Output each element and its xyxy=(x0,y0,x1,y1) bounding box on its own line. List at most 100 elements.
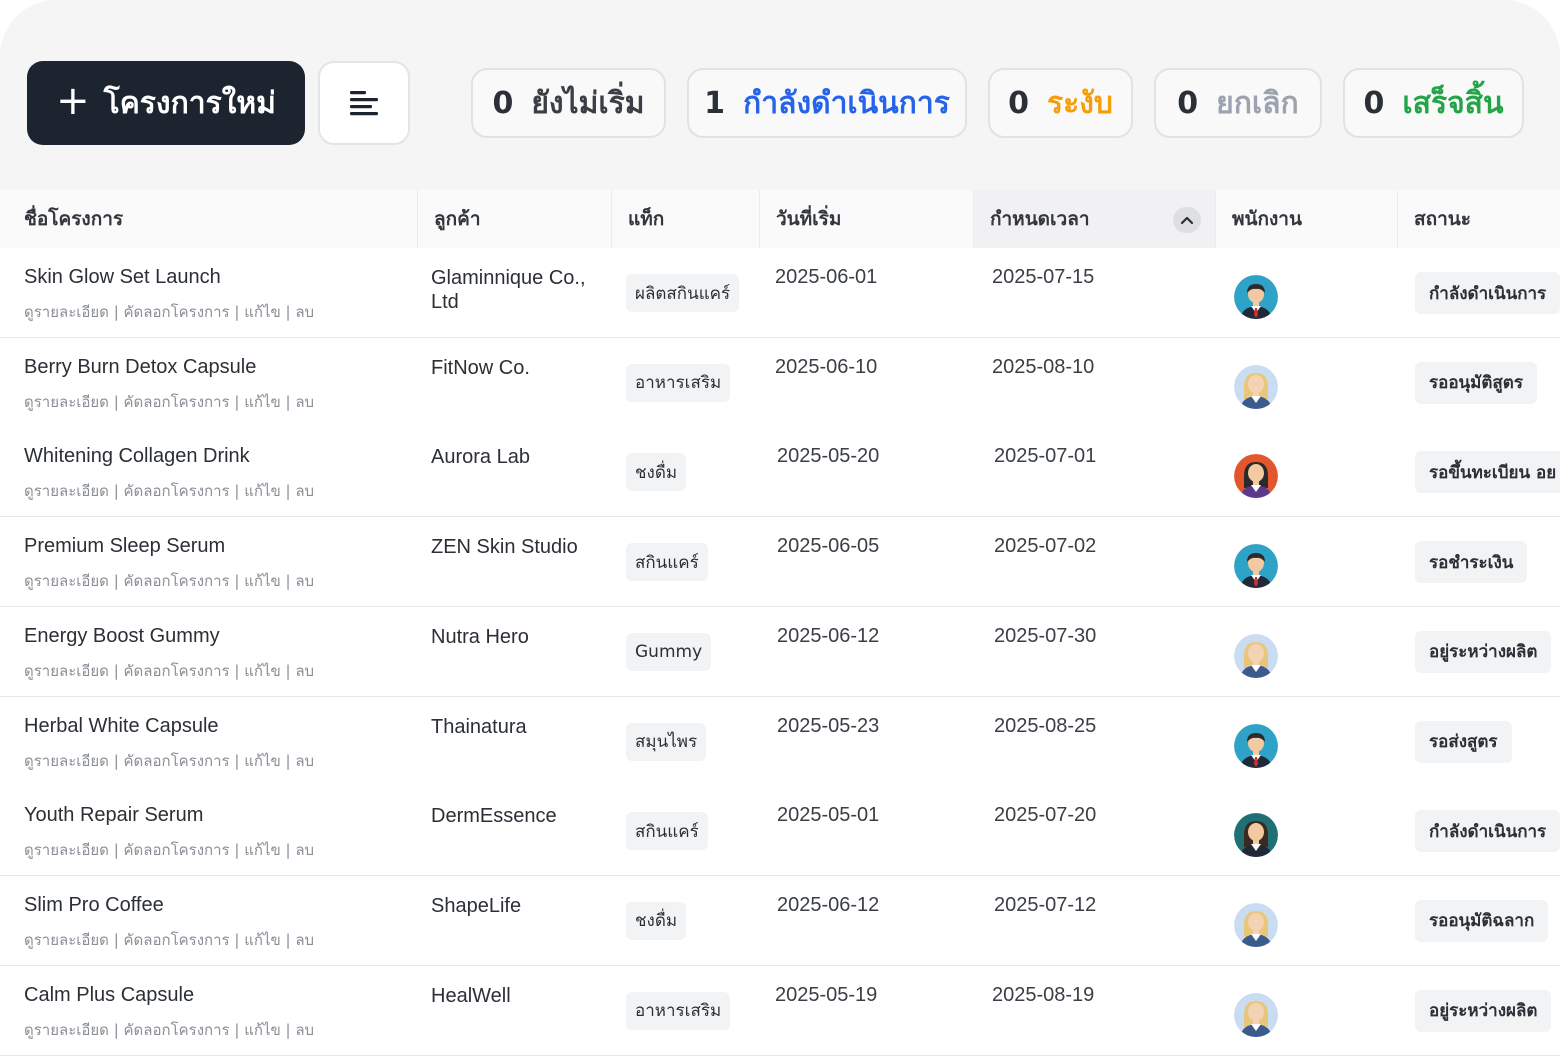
table-row[interactable]: Skin Glow Set Launch ดูรายละเอียด | คัดล… xyxy=(0,248,1560,338)
start-date: 2025-05-20 xyxy=(777,445,880,468)
employee-avatar[interactable] xyxy=(1234,633,1278,678)
project-name[interactable]: Premium Sleep Serum xyxy=(24,535,225,558)
row-actions[interactable]: ดูรายละเอียด | คัดลอกโครงการ | แก้ไข | ล… xyxy=(24,479,314,503)
employee-avatar[interactable] xyxy=(1234,364,1278,409)
client-name: Aurora Lab xyxy=(431,446,530,469)
menu-button[interactable] xyxy=(318,61,410,145)
employee-avatar[interactable] xyxy=(1234,992,1278,1037)
row-actions[interactable]: ดูรายละเอียด | คัดลอกโครงการ | แก้ไข | ล… xyxy=(24,838,314,862)
client-name: ShapeLife xyxy=(431,894,522,917)
column-label: ชื่อโครงการ xyxy=(24,208,124,230)
deadline-date: 2025-07-12 xyxy=(994,893,1097,916)
client-name: ZEN Skin Studio xyxy=(431,536,578,559)
column-header-project-name[interactable]: ชื่อโครงการ xyxy=(8,190,418,248)
tag-badge: สกินแคร์ xyxy=(626,543,708,582)
employee-avatar[interactable] xyxy=(1234,723,1278,768)
row-actions[interactable]: ดูรายละเอียด | คัดลอกโครงการ | แก้ไข | ล… xyxy=(24,928,314,952)
project-name[interactable]: Energy Boost Gummy xyxy=(24,625,220,648)
deadline-date: 2025-07-15 xyxy=(992,266,1095,288)
column-label: ลูกค้า xyxy=(434,208,481,230)
table-row[interactable]: Premium Sleep Serum ดูรายละเอียด | คัดลอ… xyxy=(0,517,1560,608)
stat-completed[interactable]: 0 เสร็จสิ้น xyxy=(1343,68,1524,138)
employee-avatar[interactable] xyxy=(1234,544,1278,589)
employee-avatar[interactable] xyxy=(1234,902,1278,947)
project-name[interactable]: Berry Burn Detox Capsule xyxy=(24,356,256,379)
start-date: 2025-06-01 xyxy=(775,266,878,288)
employee-avatar[interactable] xyxy=(1234,454,1278,499)
tag-badge: อาหารเสริม xyxy=(626,991,731,1030)
start-date: 2025-05-19 xyxy=(775,983,878,1006)
column-label: แท็ก xyxy=(628,208,665,230)
client-name: FitNow Co. xyxy=(431,356,530,379)
status-badge: รอชำระเงิน xyxy=(1415,541,1528,584)
tag-badge: ผลิตสกินแคร์ xyxy=(626,274,740,312)
status-badge: รอส่งสูตร xyxy=(1415,720,1512,763)
stat-count: 0 xyxy=(1363,85,1385,121)
column-header-start-date[interactable]: วันที่เริ่ม xyxy=(760,190,974,248)
toolbar: + โครงการใหม่ 0 ยังไม่เริ่ม 1 กำลังดำเนิ… xyxy=(0,0,1560,190)
tag-badge: Gummy xyxy=(626,632,712,671)
column-header-status[interactable]: สถานะ xyxy=(1398,190,1560,248)
stat-label: ระงับ xyxy=(1046,85,1113,121)
stat-cancelled[interactable]: 0 ยกเลิก xyxy=(1154,68,1322,138)
tag-badge: สกินแคร์ xyxy=(626,812,708,851)
stat-not-started[interactable]: 0 ยังไม่เริ่ม xyxy=(471,68,666,138)
new-project-label: โครงการใหม่ xyxy=(103,85,276,121)
projects-table: ชื่อโครงการ ลูกค้า แท็ก วันที่เริ่ม กำหน… xyxy=(0,190,1560,1056)
column-label: พนักงาน xyxy=(1232,208,1302,230)
column-header-deadline[interactable]: กำหนดเวลา xyxy=(974,190,1216,248)
deadline-date: 2025-07-01 xyxy=(994,445,1097,468)
employee-avatar[interactable] xyxy=(1234,275,1278,319)
sort-ascending-button[interactable] xyxy=(1173,207,1201,233)
stat-label: ยกเลิก xyxy=(1216,85,1299,121)
employee-avatar[interactable] xyxy=(1234,813,1278,858)
client-name: Glaminnique Co., Ltd xyxy=(431,267,586,313)
table-row[interactable]: Energy Boost Gummy ดูรายละเอียด | คัดลอก… xyxy=(0,606,1560,697)
table-row[interactable]: Herbal White Capsule ดูรายละเอียด | คัดล… xyxy=(0,696,1560,787)
project-name[interactable]: Youth Repair Serum xyxy=(24,804,203,827)
client-name: Nutra Hero xyxy=(431,625,529,648)
column-header-employee[interactable]: พนักงาน xyxy=(1216,190,1398,248)
project-name[interactable]: Slim Pro Coffee xyxy=(24,894,164,917)
stat-count: 0 xyxy=(1008,85,1029,121)
table-row[interactable]: Whitening Collagen Drink ดูรายละเอียด | … xyxy=(0,427,1560,518)
table-row[interactable]: Slim Pro Coffee ดูรายละเอียด | คัดลอกโคร… xyxy=(0,875,1560,966)
new-project-button[interactable]: + โครงการใหม่ xyxy=(27,61,305,145)
stat-in-progress[interactable]: 1 กำลังดำเนินการ xyxy=(687,68,967,138)
client-name: Thainatura xyxy=(431,715,527,738)
row-actions[interactable]: ดูรายละเอียด | คัดลอกโครงการ | แก้ไข | ล… xyxy=(24,300,314,324)
deadline-date: 2025-07-02 xyxy=(994,535,1097,558)
status-badge: รอขึ้นทะเบียน อย xyxy=(1415,451,1560,494)
project-name[interactable]: Herbal White Capsule xyxy=(24,715,219,738)
project-name[interactable]: Calm Plus Capsule xyxy=(24,984,194,1007)
row-actions[interactable]: ดูรายละเอียด | คัดลอกโครงการ | แก้ไข | ล… xyxy=(24,1018,314,1042)
row-actions[interactable]: ดูรายละเอียด | คัดลอกโครงการ | แก้ไข | ล… xyxy=(24,659,314,683)
table-row[interactable]: Calm Plus Capsule ดูรายละเอียด | คัดลอกโ… xyxy=(0,965,1560,1056)
tag-badge: สมุนไพร xyxy=(626,722,707,761)
status-badge: อยู่ระหว่างผลิต xyxy=(1415,630,1552,673)
project-name[interactable]: Whitening Collagen Drink xyxy=(24,445,250,468)
table-row[interactable]: Youth Repair Serum ดูรายละเอียด | คัดลอก… xyxy=(0,786,1560,877)
client-name: HealWell xyxy=(431,984,511,1007)
deadline-date: 2025-08-19 xyxy=(992,983,1095,1006)
column-header-tag[interactable]: แท็ก xyxy=(612,190,760,248)
deadline-date: 2025-07-20 xyxy=(994,804,1097,827)
stat-on-hold[interactable]: 0 ระงับ xyxy=(988,68,1133,138)
chevron-up-icon xyxy=(1180,216,1194,225)
column-header-client[interactable]: ลูกค้า xyxy=(418,190,612,248)
stat-label: เสร็จสิ้น xyxy=(1402,85,1504,121)
row-actions[interactable]: ดูรายละเอียด | คัดลอกโครงการ | แก้ไข | ล… xyxy=(24,390,314,414)
client-name: DermEssence xyxy=(431,805,557,828)
status-badge: อยู่ระหว่างผลิต xyxy=(1415,989,1552,1032)
row-actions[interactable]: ดูรายละเอียด | คัดลอกโครงการ | แก้ไข | ล… xyxy=(24,569,314,593)
start-date: 2025-05-23 xyxy=(777,714,880,737)
start-date: 2025-06-12 xyxy=(777,624,880,647)
deadline-date: 2025-07-30 xyxy=(994,624,1097,647)
project-name[interactable]: Skin Glow Set Launch xyxy=(24,266,221,289)
row-actions[interactable]: ดูรายละเอียด | คัดลอกโครงการ | แก้ไข | ล… xyxy=(24,749,314,773)
tag-badge: อาหารเสริม xyxy=(626,363,731,402)
table-row[interactable]: Berry Burn Detox Capsule ดูรายละเอียด | … xyxy=(0,337,1560,428)
app-frame: + โครงการใหม่ 0 ยังไม่เริ่ม 1 กำลังดำเนิ… xyxy=(0,0,1560,1056)
status-badge: รออนุมัติฉลาก xyxy=(1415,899,1549,942)
plus-icon: + xyxy=(56,78,90,124)
